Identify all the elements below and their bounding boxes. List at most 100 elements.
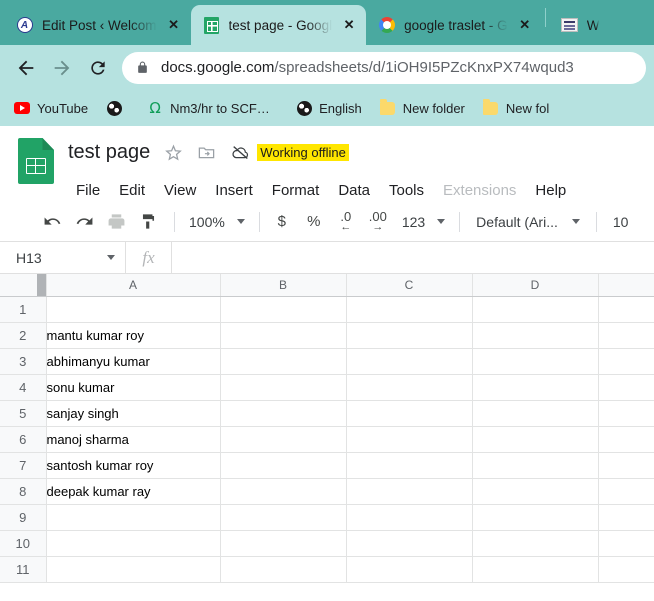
paint-format-icon[interactable] [134, 208, 162, 236]
cell-b10[interactable] [220, 530, 347, 557]
column-header-c[interactable]: C [346, 274, 473, 297]
cell-d11[interactable] [472, 556, 599, 583]
url-input[interactable]: docs.google.com/spreadsheets/d/1iOH9I5PZ… [122, 51, 646, 84]
bookmark-new-folder-2[interactable]: New fol [477, 98, 555, 118]
increase-decimal-button[interactable]: .00 → [364, 208, 392, 236]
menu-view[interactable]: View [156, 180, 204, 201]
back-icon[interactable] [8, 50, 44, 86]
cell-c10[interactable] [346, 530, 473, 557]
cell-b8[interactable] [220, 478, 347, 505]
row-header[interactable]: 10 [0, 530, 47, 557]
cell-e4[interactable] [598, 374, 654, 401]
cell-e2[interactable] [598, 322, 654, 349]
move-to-folder-icon[interactable] [197, 143, 216, 162]
zoom-selector[interactable]: 100% [183, 214, 251, 230]
cell-e8[interactable] [598, 478, 654, 505]
cell-d3[interactable] [472, 348, 599, 375]
column-header-e[interactable] [598, 274, 654, 297]
number-format-selector[interactable]: 123 [396, 214, 451, 230]
cell-c9[interactable] [346, 504, 473, 531]
menu-data[interactable]: Data [330, 180, 378, 201]
cell-b11[interactable] [220, 556, 347, 583]
row-header[interactable]: 3 [0, 348, 47, 375]
cell-d10[interactable] [472, 530, 599, 557]
tab-close-button[interactable]: ✕ [163, 14, 185, 36]
cell-b6[interactable] [220, 426, 347, 453]
menu-tools[interactable]: Tools [381, 180, 432, 201]
cell-e1[interactable] [598, 296, 654, 323]
bookmark-english[interactable]: English [290, 98, 368, 118]
cell-c2[interactable] [346, 322, 473, 349]
row-header[interactable]: 1 [0, 296, 47, 323]
cell-a7[interactable]: santosh kumar roy [46, 452, 221, 479]
row-header[interactable]: 4 [0, 374, 47, 401]
undo-icon[interactable] [38, 208, 66, 236]
cell-a4[interactable]: sonu kumar [46, 374, 221, 401]
select-all-corner[interactable] [0, 274, 47, 297]
cell-e3[interactable] [598, 348, 654, 375]
row-header[interactable]: 5 [0, 400, 47, 427]
cell-e6[interactable] [598, 426, 654, 453]
column-header-b[interactable]: B [220, 274, 347, 297]
cell-b9[interactable] [220, 504, 347, 531]
menu-edit[interactable]: Edit [111, 180, 153, 201]
formula-input[interactable] [172, 242, 654, 273]
cell-c5[interactable] [346, 400, 473, 427]
forward-icon[interactable] [44, 50, 80, 86]
menu-format[interactable]: Format [264, 180, 328, 201]
cell-a8[interactable]: deepak kumar ray [46, 478, 221, 505]
menu-insert[interactable]: Insert [207, 180, 261, 201]
row-header[interactable]: 8 [0, 478, 47, 505]
column-header-a[interactable]: A [46, 274, 221, 297]
cell-a3[interactable]: abhimanyu kumar [46, 348, 221, 375]
menu-file[interactable]: File [68, 180, 108, 201]
cell-a2[interactable]: mantu kumar roy [46, 322, 221, 349]
cell-c1[interactable] [346, 296, 473, 323]
percent-format-button[interactable]: % [300, 208, 328, 236]
currency-format-button[interactable]: $ [268, 208, 296, 236]
cell-e10[interactable] [598, 530, 654, 557]
cell-d7[interactable] [472, 452, 599, 479]
page-title[interactable]: test page [68, 141, 150, 164]
star-icon[interactable] [164, 143, 183, 162]
font-selector[interactable]: Default (Ari... [468, 214, 588, 230]
browser-tab-1[interactable]: A Edit Post ‹ Welcom ✕ [4, 5, 191, 45]
cell-c6[interactable] [346, 426, 473, 453]
cell-d9[interactable] [472, 504, 599, 531]
row-header[interactable]: 6 [0, 426, 47, 453]
cell-b2[interactable] [220, 322, 347, 349]
row-header[interactable]: 11 [0, 556, 47, 583]
cell-d1[interactable] [472, 296, 599, 323]
menu-help[interactable]: Help [527, 180, 574, 201]
bookmark-globe[interactable] [100, 98, 135, 118]
cell-d8[interactable] [472, 478, 599, 505]
cell-c3[interactable] [346, 348, 473, 375]
row-header[interactable]: 2 [0, 322, 47, 349]
cell-a10[interactable] [46, 530, 221, 557]
cell-a1[interactable] [46, 296, 221, 323]
redo-icon[interactable] [70, 208, 98, 236]
cell-e9[interactable] [598, 504, 654, 531]
cell-c7[interactable] [346, 452, 473, 479]
cell-a6[interactable]: manoj sharma [46, 426, 221, 453]
cell-e7[interactable] [598, 452, 654, 479]
cell-b5[interactable] [220, 400, 347, 427]
column-header-d[interactable]: D [472, 274, 599, 297]
cell-a5[interactable]: sanjay singh [46, 400, 221, 427]
browser-tab-4[interactable]: W [548, 5, 606, 45]
cell-d4[interactable] [472, 374, 599, 401]
cell-b1[interactable] [220, 296, 347, 323]
cell-c4[interactable] [346, 374, 473, 401]
cell-b4[interactable] [220, 374, 347, 401]
cell-c11[interactable] [346, 556, 473, 583]
name-box[interactable]: H13 [0, 242, 126, 273]
cell-e11[interactable] [598, 556, 654, 583]
cell-a11[interactable] [46, 556, 221, 583]
cloud-off-icon[interactable] [230, 143, 251, 162]
bookmark-new-folder-1[interactable]: New folder [374, 98, 471, 118]
cell-b7[interactable] [220, 452, 347, 479]
cell-c8[interactable] [346, 478, 473, 505]
browser-tab-3[interactable]: google traslet - G ✕ [366, 5, 542, 45]
row-header[interactable]: 7 [0, 452, 47, 479]
cell-b3[interactable] [220, 348, 347, 375]
